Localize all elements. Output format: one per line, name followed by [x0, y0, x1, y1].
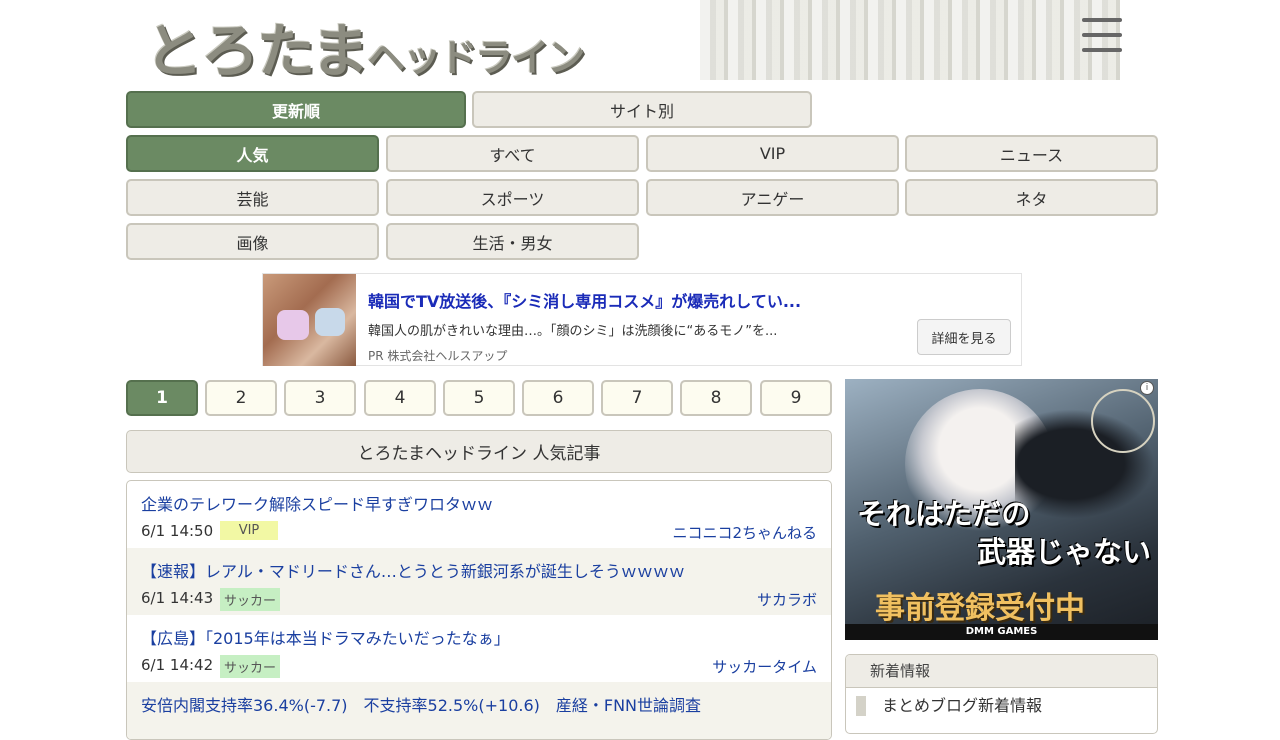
site-logo[interactable]: とろたまヘッドライン	[145, 4, 585, 88]
ad-image-mask	[315, 308, 345, 336]
page-6-button[interactable]: 6	[522, 380, 594, 416]
menu-icon-line	[1082, 33, 1122, 37]
menu-icon-line	[1082, 18, 1122, 22]
ad-details-button[interactable]: 詳細を見る	[917, 319, 1011, 355]
source-site-link[interactable]: サカラボ	[757, 589, 817, 610]
category-popular[interactable]: 人気	[126, 135, 379, 172]
category-vip[interactable]: VIP	[646, 135, 899, 172]
list-bullet-icon	[856, 696, 866, 716]
menu-icon-line	[1082, 48, 1122, 52]
site-header: とろたまヘッドライン	[0, 0, 1280, 85]
page-7-button[interactable]: 7	[601, 380, 673, 416]
list-item[interactable]: 【速報】レアル・マドリードさん…とうとう新銀河系が誕生しそうｗｗｗｗ 6/1 1…	[127, 548, 831, 615]
list-item[interactable]: 安倍内閣支持率36.4%(-7.7) 不支持率52.5%(+10.6) 産経・F…	[127, 682, 831, 739]
category-entertainment[interactable]: 芸能	[126, 179, 379, 216]
tab-sort-updated[interactable]: 更新順	[126, 91, 466, 128]
category-badge: サッカー	[220, 588, 281, 611]
article-title[interactable]: 企業のテレワーク解除スピード早すぎワロタｗｗ	[141, 491, 493, 515]
game-logo-icon	[1091, 389, 1155, 453]
category-life-relationships[interactable]: 生活・男女	[386, 223, 639, 260]
logo-main-text: とろたま	[145, 17, 369, 85]
source-site-link[interactable]: ニコニコ2ちゃんねる	[672, 522, 817, 543]
new-info-box: 新着情報 まとめブログ新着情報	[845, 654, 1158, 734]
category-anime-games[interactable]: アニゲー	[646, 179, 899, 216]
article-date: 6/1 14:50	[141, 522, 214, 540]
page-2-button[interactable]: 2	[205, 380, 277, 416]
ad-info-icon[interactable]: i	[1140, 381, 1154, 395]
ad-image[interactable]	[263, 274, 356, 366]
sidebar-ad-headline-2: 武器じゃない	[977, 535, 1152, 569]
page-1-button[interactable]: 1	[126, 380, 198, 416]
list-item[interactable]: 企業のテレワーク解除スピード早すぎワロタｗｗ 6/1 14:50 VIP ニコニ…	[127, 481, 831, 548]
page-8-button[interactable]: 8	[680, 380, 752, 416]
sidebar-ad-cta[interactable]: 事前登録受付中	[875, 583, 1085, 627]
logo-sub-text: ヘッドライン	[367, 36, 585, 80]
page-5-button[interactable]: 5	[443, 380, 515, 416]
article-date: 6/1 14:42	[141, 656, 214, 674]
category-news[interactable]: ニュース	[905, 135, 1158, 172]
page-4-button[interactable]: 4	[364, 380, 436, 416]
category-sports[interactable]: スポーツ	[386, 179, 639, 216]
sidebar-ad-headline-1: それはただの	[857, 497, 1031, 531]
new-info-item-label: まとめブログ新着情報	[882, 696, 1043, 715]
sidebar-ad-banner[interactable]: i それはただの 武器じゃない 事前登録受付中 DMM GAMES	[845, 379, 1158, 640]
sidebar-ad-brand: DMM GAMES	[845, 624, 1158, 640]
menu-icon[interactable]	[1082, 18, 1122, 54]
ad-title[interactable]: 韓国でTV放送後、『シミ消し専用コスメ』が爆売れしてい...	[368, 288, 801, 312]
article-list: 企業のテレワーク解除スピード早すぎワロタｗｗ 6/1 14:50 VIP ニコニ…	[126, 480, 832, 740]
category-badge: サッカー	[220, 655, 281, 678]
source-site-link[interactable]: サッカータイム	[712, 656, 817, 677]
ad-sponsor: PR 株式会社ヘルスアップ	[368, 349, 508, 363]
list-item[interactable]: 【広島】「2015年は本当ドラマみたいだったなぁ」 6/1 14:42 サッカー…	[127, 615, 831, 682]
page-3-button[interactable]: 3	[284, 380, 356, 416]
article-title[interactable]: 【広島】「2015年は本当ドラマみたいだったなぁ」	[141, 625, 510, 649]
new-info-heading: 新着情報	[846, 655, 1157, 688]
page-9-button[interactable]: 9	[760, 380, 832, 416]
new-info-item[interactable]: まとめブログ新着情報	[846, 688, 1157, 728]
ad-image-mask	[277, 310, 309, 340]
category-all[interactable]: すべて	[386, 135, 639, 172]
category-images[interactable]: 画像	[126, 223, 379, 260]
header-decoration	[700, 0, 1120, 80]
category-neta[interactable]: ネタ	[905, 179, 1158, 216]
ad-description: 韓国人の肌がきれいな理由…。「顔のシミ」は洗顔後に“あるモノ”を...	[368, 324, 778, 339]
article-title[interactable]: 安倍内閣支持率36.4%(-7.7) 不支持率52.5%(+10.6) 産経・F…	[141, 692, 701, 716]
ad-banner[interactable]: 韓国でTV放送後、『シミ消し専用コスメ』が爆売れしてい... 韓国人の肌がきれい…	[262, 273, 1022, 366]
category-badge: VIP	[220, 521, 278, 540]
section-title: とろたまヘッドライン 人気記事	[126, 430, 832, 473]
article-title[interactable]: 【速報】レアル・マドリードさん…とうとう新銀河系が誕生しそうｗｗｗｗ	[141, 558, 685, 582]
tab-sort-by-site[interactable]: サイト別	[472, 91, 812, 128]
article-date: 6/1 14:43	[141, 589, 214, 607]
